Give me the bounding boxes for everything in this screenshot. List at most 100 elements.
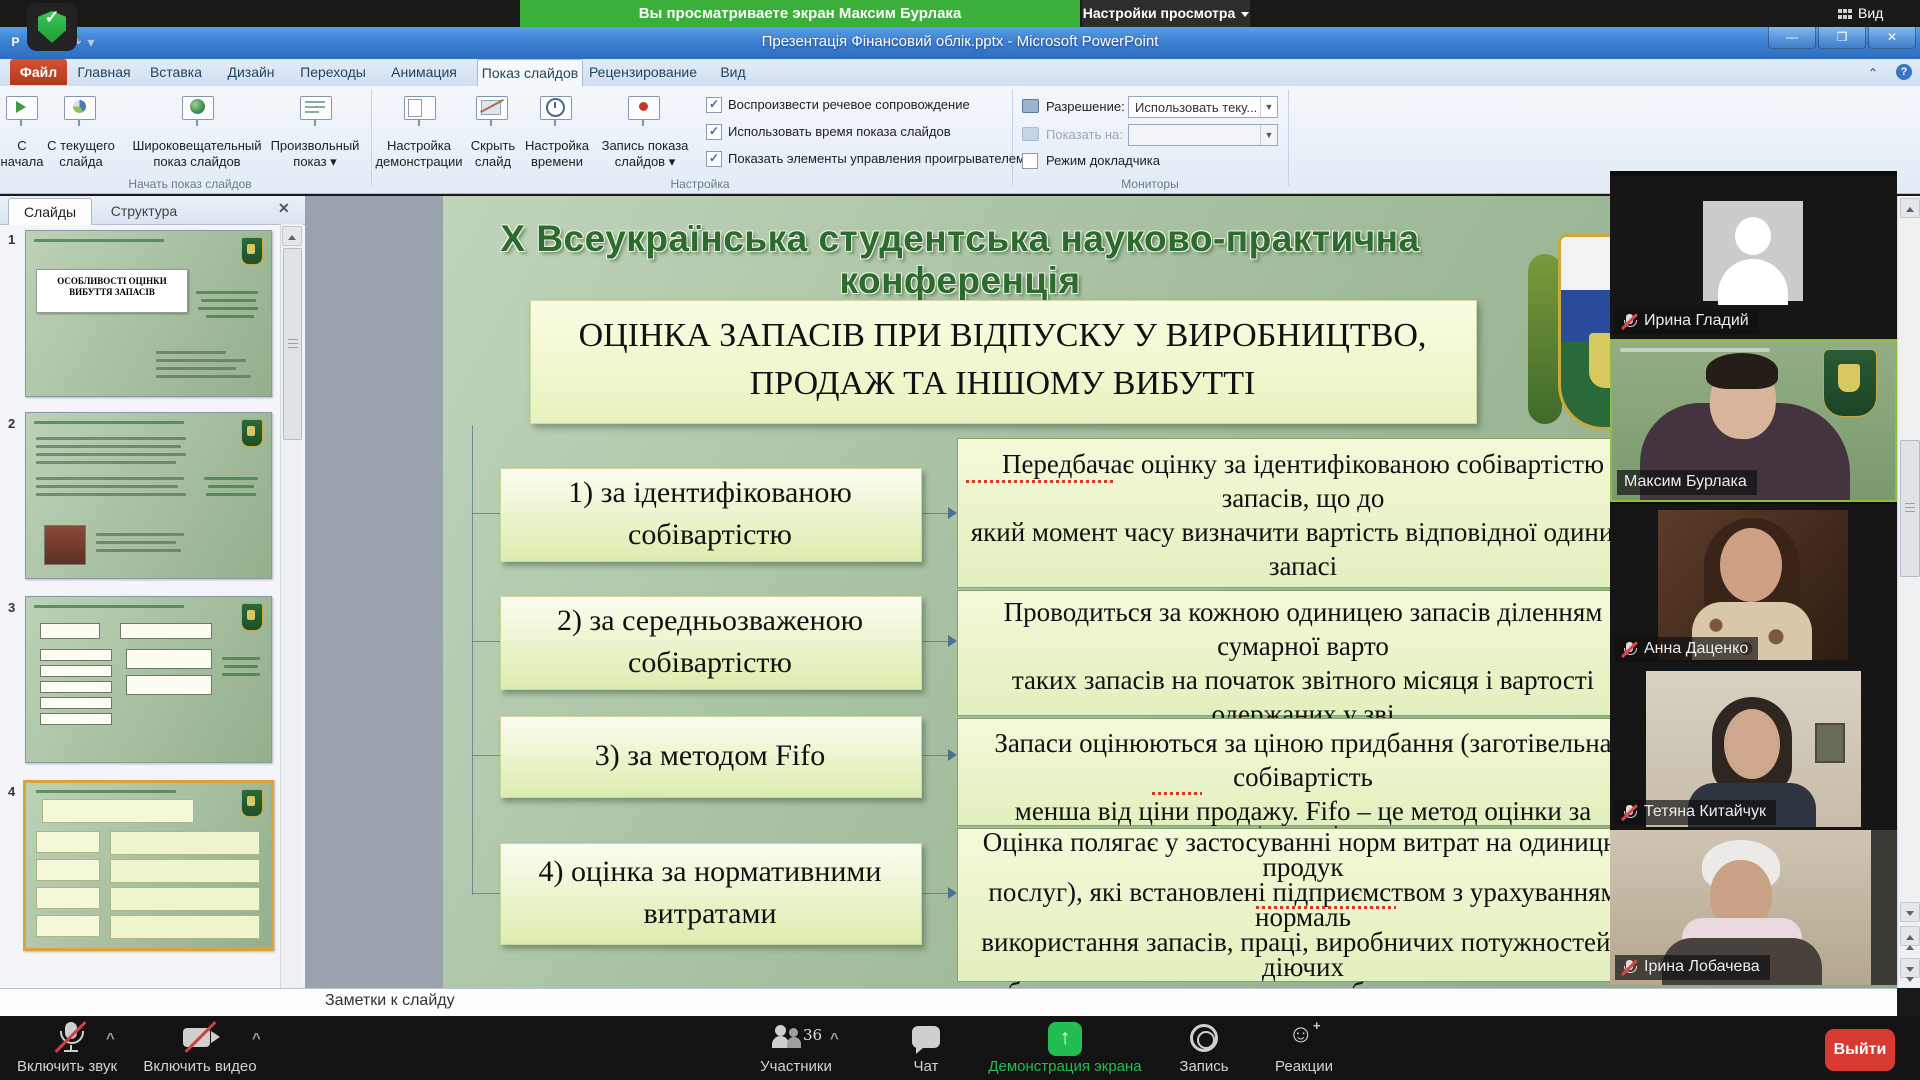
participant-tile-maksym-burlaka[interactable]: Максим Бурлака	[1610, 339, 1897, 502]
slide-number: 3	[8, 600, 22, 615]
view-button[interactable]: Вид	[1838, 2, 1883, 25]
group-label-start-slideshow: Начать показ слайдов	[100, 177, 280, 191]
participant-tile-iryna-lobachova[interactable]: Ірина Лобачева	[1610, 830, 1897, 985]
record-show-icon	[628, 96, 660, 120]
record-icon	[1190, 1024, 1218, 1052]
pane-scrollbar-thumb[interactable]	[283, 248, 302, 440]
video-options-chevron-icon[interactable]: ^	[252, 1030, 261, 1047]
participants-chevron-icon[interactable]: ^	[830, 1030, 839, 1047]
participant-tile-irina-gladiy[interactable]: Ирина Гладий	[1610, 176, 1897, 339]
tab-slideshow[interactable]: Показ слайдов	[477, 59, 583, 86]
participants-icon	[772, 1025, 802, 1051]
slide-number: 2	[8, 416, 22, 431]
pane-close-icon[interactable]: ✕	[278, 200, 290, 217]
next-slide-icon[interactable]	[1900, 958, 1920, 978]
chevron-down-icon	[1241, 12, 1249, 17]
restore-button[interactable]: ❐	[1818, 27, 1866, 49]
tab-review[interactable]: Рецензирование	[587, 59, 699, 85]
spellcheck-underline	[966, 480, 1114, 483]
tab-design[interactable]: Дизайн	[221, 59, 281, 85]
slide-thumbnail-3[interactable]	[25, 596, 272, 763]
scroll-up-icon[interactable]	[1900, 198, 1920, 218]
scroll-up-icon[interactable]	[282, 226, 302, 246]
tab-home[interactable]: Главная	[71, 59, 137, 85]
custom-show-icon	[300, 96, 332, 120]
show-on-combobox[interactable]: ▼	[1128, 124, 1278, 146]
tab-transitions[interactable]: Переходы	[297, 59, 369, 85]
slide-thumbnail-2[interactable]	[25, 412, 272, 579]
view-settings-button[interactable]: Настройки просмотра	[1082, 0, 1250, 27]
show-on-label: Показать на:	[1046, 127, 1123, 143]
scroll-down-icon[interactable]	[1900, 902, 1920, 922]
show-on-icon	[1022, 127, 1039, 141]
chat-icon	[912, 1026, 940, 1048]
slideshow-icon	[6, 96, 38, 120]
pane-tab-slides[interactable]: Слайды	[8, 198, 92, 225]
participants-strip: Ирина Гладий Максим Бурлака	[1610, 171, 1897, 985]
method-label-2: 2) за середньозваженою собівартістю	[500, 600, 920, 684]
method-label-4: 4) оцінка за нормативними витратами	[500, 851, 920, 935]
notes-placeholder: Заметки к слайду	[325, 992, 455, 1010]
participants-count-badge: 36	[803, 1026, 822, 1044]
resolution-combobox[interactable]: Использовать теку...▼	[1128, 96, 1278, 118]
slide-conference-header: Х Всеукраїнська студентська науково-прак…	[455, 218, 1465, 302]
slide-number: 1	[8, 232, 22, 247]
participant-name-tag: Анна Даценко	[1615, 637, 1758, 662]
slide-thumbnail-4[interactable]	[23, 780, 274, 951]
participant-name-tag: Ирина Гладий	[1615, 309, 1759, 334]
arrow-icon	[948, 749, 957, 761]
collapse-ribbon-icon[interactable]: ⌃	[1868, 66, 1878, 80]
muted-mic-icon	[1622, 804, 1637, 821]
screen: P ↶ ↷ ▾ Презентація Фінансовий облік.ppt…	[0, 0, 1920, 1080]
crest-poster	[1823, 349, 1877, 417]
participant-name-tag: Тетяна Китайчук	[1615, 800, 1776, 825]
thumbnail-image	[44, 525, 86, 565]
muted-camera-icon	[183, 1028, 223, 1048]
tab-file[interactable]: Файл	[10, 59, 67, 85]
reactions-smiley-icon: ☺	[1288, 1020, 1314, 1049]
crest-icon	[241, 789, 263, 817]
checkbox-checked-icon: ✓	[706, 124, 722, 140]
tab-insert[interactable]: Вставка	[143, 59, 209, 85]
spellcheck-underline	[1152, 792, 1202, 795]
grid-view-icon	[1838, 9, 1852, 20]
checkbox-checked-icon: ✓	[706, 97, 722, 113]
checkbox-checked-icon: ✓	[706, 151, 722, 167]
slide-thumbnail-1[interactable]: ОСОБЛИВОСТІ ОЦІНКИ ВИБУТТЯ ЗАПАСІВ	[25, 230, 272, 397]
tab-view[interactable]: Вид	[711, 59, 755, 85]
resolution-label: Разрешение:	[1046, 99, 1125, 115]
participant-name-tag: Ірина Лобачева	[1615, 955, 1770, 980]
muted-mic-icon	[56, 1022, 86, 1052]
participant-tile-tetiana-kytaichuk[interactable]: Тетяна Китайчук	[1610, 667, 1897, 830]
window-title: Презентація Фінансовий облік.pptx - Micr…	[0, 27, 1920, 59]
avatar	[1703, 201, 1803, 301]
help-icon[interactable]: ?	[1896, 64, 1912, 80]
pane-tab-outline[interactable]: Структура	[96, 198, 192, 224]
muted-mic-icon	[1622, 641, 1637, 658]
participant-tile-anna-datsenko[interactable]: Анна Даценко	[1610, 504, 1897, 667]
crest-icon	[241, 419, 263, 447]
minimize-button[interactable]: —	[1768, 27, 1816, 49]
slide-scrollbar-thumb[interactable]	[1900, 440, 1920, 577]
pane-scrollbar[interactable]	[280, 224, 303, 988]
crest-icon	[241, 237, 263, 265]
arrow-icon	[948, 507, 957, 519]
broadcast-icon	[182, 96, 214, 120]
leave-button[interactable]: Выйти	[1825, 1029, 1895, 1071]
participant-name-tag: Максим Бурлака	[1617, 470, 1757, 495]
group-label-monitors: Мониторы	[1060, 177, 1240, 191]
close-button[interactable]: ✕	[1868, 27, 1916, 49]
window-controls: — ❐ ✕	[1766, 27, 1916, 48]
previous-slide-icon[interactable]	[1900, 926, 1920, 946]
screen-share-banner: Вы просматриваете экран Максим Бурлака	[520, 0, 1080, 27]
setup-show-icon	[404, 96, 436, 120]
ribbon-tab-row	[0, 59, 1920, 87]
resolution-icon	[1022, 99, 1039, 113]
security-shield-badge[interactable]: ✓	[27, 3, 77, 51]
slide-scrollbar[interactable]	[1897, 196, 1920, 988]
audio-options-chevron-icon[interactable]: ^	[106, 1030, 115, 1047]
tab-animations[interactable]: Анимация	[389, 59, 459, 85]
spellcheck-underline	[1256, 906, 1396, 909]
slideshow-current-icon	[64, 96, 96, 120]
notes-bar[interactable]	[0, 988, 1897, 1017]
